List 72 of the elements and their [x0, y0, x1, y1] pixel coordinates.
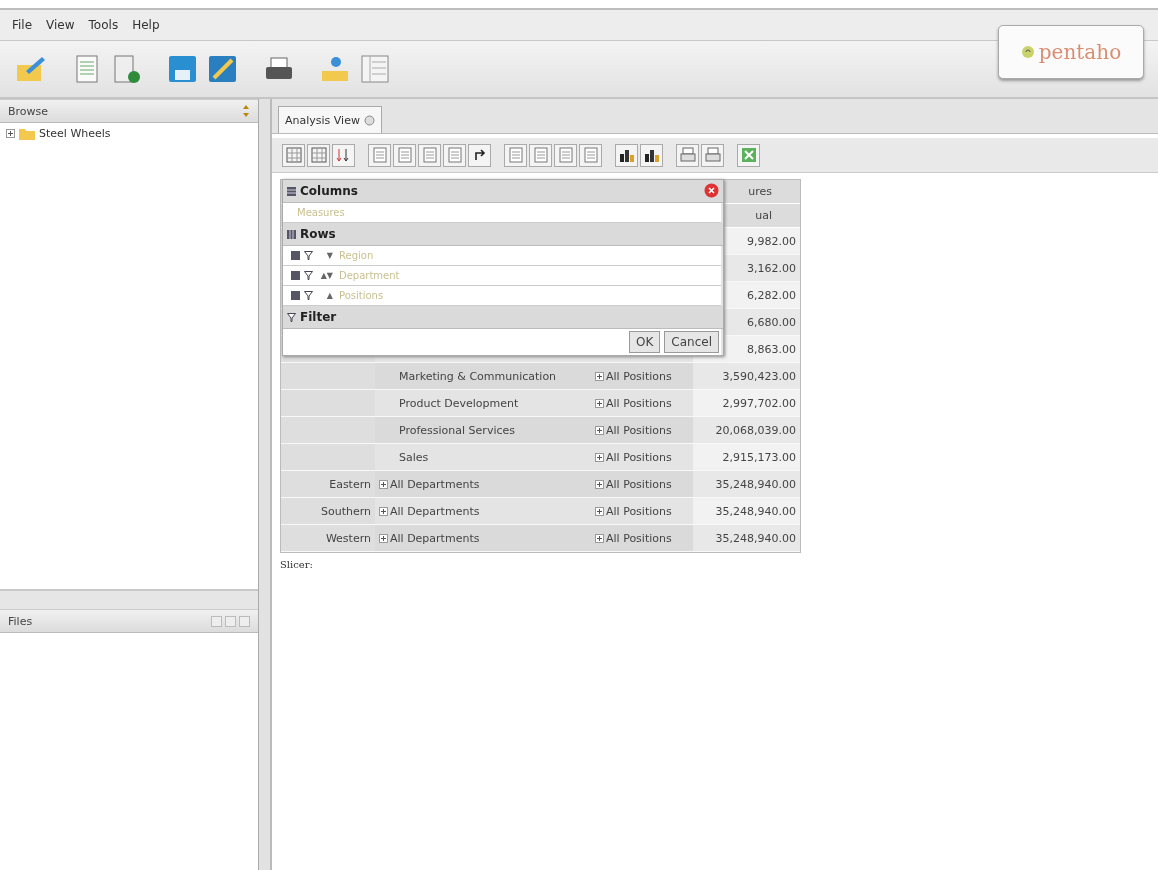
position-label: All Positions: [606, 504, 672, 518]
position-label: All Positions: [606, 396, 672, 410]
filter-icon: [287, 312, 296, 322]
file-action-icon[interactable]: [225, 615, 236, 627]
slicer-label: Slicer:: [280, 559, 314, 570]
expand-icon[interactable]: [379, 506, 388, 516]
position-label: All Positions: [606, 531, 672, 545]
value-cell: 20,068,039.00: [693, 417, 800, 444]
row-header: Eastern: [281, 471, 375, 498]
file-action-icon[interactable]: [239, 615, 250, 627]
department-label: Sales: [399, 450, 429, 464]
value-cell: 3,590,423.00: [693, 363, 800, 390]
menu-item[interactable]: View: [46, 18, 75, 32]
tab[interactable]: Analysis View: [278, 106, 382, 133]
position-label: All Positions: [606, 450, 672, 464]
rows-icon: [287, 229, 296, 239]
dialog-button[interactable]: Cancel: [664, 331, 719, 353]
expand-icon[interactable]: [595, 452, 604, 462]
expand-icon[interactable]: [595, 425, 604, 435]
value-cell: 2,915,173.00: [693, 444, 800, 471]
close-icon[interactable]: [704, 183, 719, 198]
value-cell: 2,997,702.00: [693, 390, 800, 417]
panel-icon[interactable]: [358, 53, 392, 85]
section-title: Filter: [300, 310, 337, 324]
splitter-bar[interactable]: [259, 99, 272, 870]
sort-icon[interactable]: ▼: [317, 251, 333, 260]
value-cell: 35,248,940.00: [693, 525, 800, 552]
sort-icon[interactable]: ▲: [317, 291, 333, 300]
filter-icon[interactable]: [304, 251, 313, 260]
position-label: All Positions: [606, 369, 672, 383]
menu-item[interactable]: Help: [132, 18, 160, 32]
file-action-icon[interactable]: [211, 615, 222, 627]
dimension-row[interactable]: ▼ Region: [283, 246, 721, 266]
sort-icon[interactable]: ▲▼: [317, 271, 333, 280]
section-title: Rows: [300, 227, 336, 241]
value-cell: 35,248,940.00: [693, 498, 800, 525]
close-icon[interactable]: [363, 114, 375, 126]
department-label: All Departments: [390, 504, 480, 518]
expand-icon[interactable]: [595, 479, 604, 489]
expand-icon[interactable]: [379, 533, 388, 543]
panel-title: Files: [8, 614, 33, 628]
expand-icon[interactable]: [379, 479, 388, 489]
expand-icon[interactable]: [595, 398, 604, 408]
department-label: Product Development: [399, 396, 519, 410]
menu-item[interactable]: File: [12, 18, 33, 32]
row-header: Western: [281, 525, 375, 552]
dimension-row[interactable]: ▲ Positions: [283, 286, 721, 306]
expand-icon[interactable]: [595, 533, 604, 543]
expand-icon[interactable]: [6, 129, 15, 138]
menu-item[interactable]: Tools: [88, 18, 119, 32]
department-label: All Departments: [390, 531, 480, 545]
pin-icon[interactable]: [242, 105, 250, 117]
spiral-icon: [1020, 45, 1035, 59]
section-title: Columns: [300, 184, 358, 198]
department-label: Marketing & Communication: [399, 369, 557, 383]
position-label: All Positions: [606, 423, 672, 437]
panel-title: Browse: [8, 104, 49, 118]
columns-icon: [287, 186, 296, 196]
logo-text: pentaho: [1038, 40, 1122, 64]
tree-item[interactable]: Steel Wheels: [6, 127, 252, 140]
position-label: All Positions: [606, 477, 672, 491]
expand-icon[interactable]: [595, 506, 604, 516]
department-label: Professional Services: [399, 423, 515, 437]
filter-icon[interactable]: [304, 271, 313, 280]
value-cell: 35,248,940.00: [693, 471, 800, 498]
expand-icon[interactable]: [595, 371, 604, 381]
row-header: Southern: [281, 498, 375, 525]
dimension-row[interactable]: ▲▼ Department: [283, 266, 721, 286]
filter-icon[interactable]: [304, 291, 313, 300]
department-label: All Departments: [390, 477, 480, 491]
folder-icon: [19, 127, 35, 140]
dialog-button[interactable]: OK: [629, 331, 661, 353]
